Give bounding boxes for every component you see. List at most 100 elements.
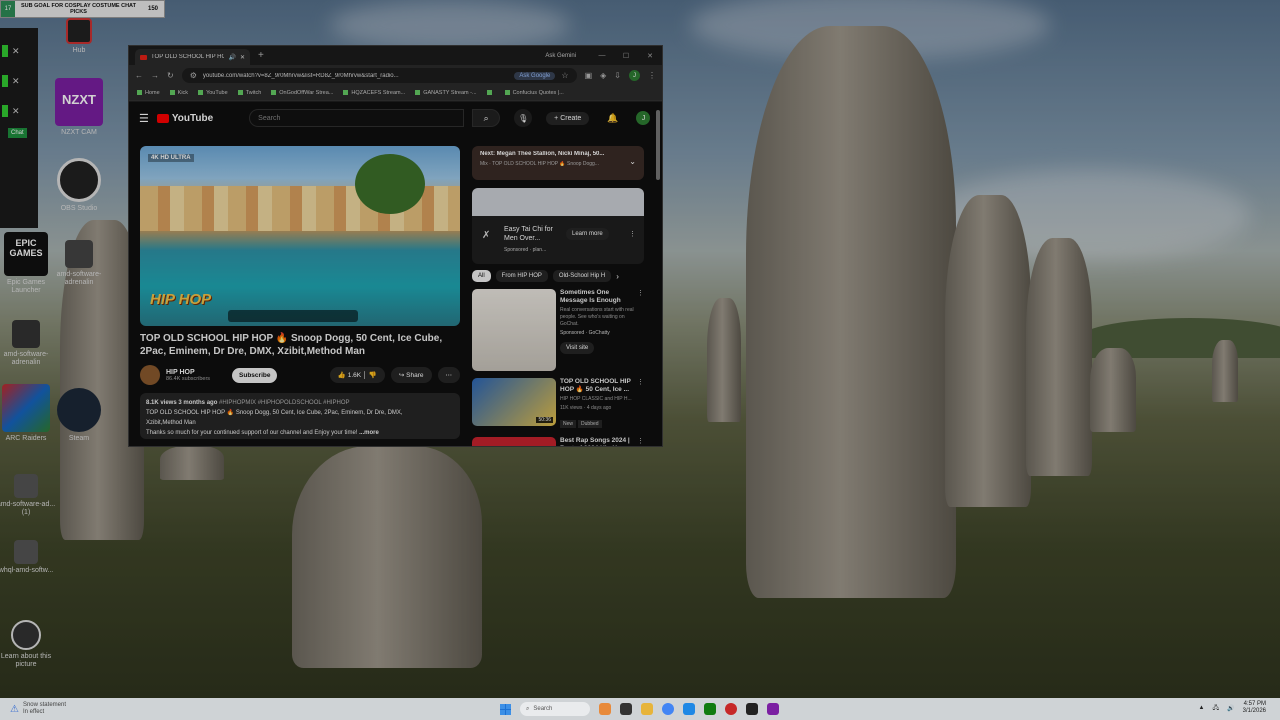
desktop-icon-whql[interactable]: whql-amd-softw...: [0, 540, 58, 575]
reload-icon[interactable]: ↻: [167, 71, 174, 80]
account-avatar[interactable]: J: [636, 111, 651, 125]
video-thumbnail[interactable]: 50:36: [472, 378, 556, 426]
sponsored-ad[interactable]: ✗ Easy Tai Chi for Men Over... Sponsored…: [472, 188, 644, 264]
bookmark-item[interactable]: OnGodOffWar Strea...: [271, 90, 333, 96]
desktop-icon-obs[interactable]: OBS Studio: [47, 158, 111, 213]
channel-avatar[interactable]: [140, 365, 160, 385]
list-item[interactable]: 50:36 TOP OLD SCHOOL HIP HOP 🔥 50 Cent, …: [472, 378, 644, 430]
site-info-icon[interactable]: ⚙: [190, 71, 197, 80]
url-field[interactable]: ⚙ youtube.com/watch?v=8Z_9r0Mhrvw&list=R…: [181, 68, 577, 83]
weather-widget[interactable]: ⚠ Snow statement In effect: [0, 702, 66, 716]
bookmark-star-icon[interactable]: ☆: [561, 71, 568, 80]
player-controls[interactable]: [228, 310, 358, 322]
desktop-icon-learn-picture[interactable]: Learn about this picture: [0, 620, 58, 669]
ask-gemini-button[interactable]: Ask Gemini: [545, 53, 576, 59]
volume-icon[interactable]: 🔊: [1227, 705, 1234, 712]
network-icon[interactable]: 🖧: [1212, 703, 1219, 713]
close-tab-icon[interactable]: ✕: [240, 54, 245, 61]
ask-google-button[interactable]: Ask Google: [514, 71, 556, 80]
extension-icon[interactable]: ◈: [600, 71, 606, 80]
more-options-icon[interactable]: ⋮: [637, 289, 644, 297]
desktop-icon-steam[interactable]: Steam: [47, 388, 111, 443]
forward-icon[interactable]: →: [151, 71, 159, 80]
taskbar-search[interactable]: ⌕ Search: [520, 702, 590, 716]
app-icon[interactable]: [767, 703, 779, 715]
xbox-icon[interactable]: [704, 703, 716, 715]
hashtags[interactable]: #HIPHOPMIX #HIPHOPOLDSCHOOL #HIPHOP: [219, 400, 349, 406]
learn-more-button[interactable]: Learn more: [566, 228, 609, 240]
close-window-button[interactable]: ✕: [638, 52, 662, 60]
desktop-icon-amd-installer[interactable]: amd-software-ad... (1): [0, 474, 58, 517]
widgets-icon[interactable]: [599, 703, 611, 715]
bookmark-item[interactable]: HQZACEFS Stream...: [343, 90, 405, 96]
file-explorer-icon[interactable]: [641, 703, 653, 715]
video-thumbnail[interactable]: [472, 289, 556, 371]
chat-button[interactable]: Chat: [8, 128, 27, 138]
minimize-button[interactable]: —: [590, 52, 614, 59]
bookmark-item[interactable]: Home: [137, 90, 160, 96]
panel-row[interactable]: ✕: [0, 74, 38, 88]
list-item[interactable]: Best Rap Songs 2024 | Best of 2024 Hip H…: [472, 437, 644, 446]
speaker-icon[interactable]: 🔊: [228, 54, 235, 61]
downloads-icon[interactable]: ⇩: [614, 71, 621, 80]
chrome-icon[interactable]: [662, 703, 674, 715]
bookmark-item[interactable]: YouTube: [198, 90, 228, 96]
video-thumbnail[interactable]: [472, 437, 556, 446]
more-actions-button[interactable]: ⋯: [437, 367, 460, 383]
bookmark-item[interactable]: [487, 90, 495, 96]
subscribe-button[interactable]: Subscribe: [232, 367, 278, 383]
chip-old-school[interactable]: Old-School Hip H: [552, 270, 612, 282]
store-icon[interactable]: [683, 703, 695, 715]
close-icon[interactable]: ✕: [12, 106, 20, 117]
app-icon[interactable]: [746, 703, 758, 715]
scrollbar[interactable]: [656, 110, 660, 180]
desktop-icon-nzxt[interactable]: NZXT NZXT CAM: [47, 78, 111, 137]
bookmark-item[interactable]: Twitch: [238, 90, 262, 96]
maximize-button[interactable]: ☐: [614, 52, 638, 60]
bookmark-item[interactable]: GANASTY Stream -...: [415, 90, 476, 96]
panel-row[interactable]: ✕: [0, 104, 38, 118]
chevron-down-icon[interactable]: ⌄: [629, 157, 636, 166]
more-link[interactable]: ...more: [359, 430, 379, 436]
like-button[interactable]: 👍 1.6K │ 👎: [329, 367, 385, 383]
notifications-icon[interactable]: 🔔: [607, 113, 618, 124]
youtube-logo[interactable]: YouTube: [156, 113, 213, 124]
new-tab-button[interactable]: +: [258, 50, 264, 61]
back-icon[interactable]: ←: [135, 71, 143, 80]
close-icon[interactable]: ✕: [12, 76, 20, 87]
profile-avatar[interactable]: J: [629, 70, 640, 81]
mic-icon[interactable]: 🎙: [514, 109, 533, 127]
visit-site-button[interactable]: Visit site: [560, 342, 595, 354]
create-button[interactable]: + Create: [546, 111, 590, 125]
close-icon[interactable]: ✕: [12, 46, 20, 57]
chip-from-channel[interactable]: From HIP HOP: [495, 270, 548, 282]
more-options-icon[interactable]: ⋮: [629, 230, 636, 238]
bookmark-item[interactable]: Confucius Quotes |...: [505, 90, 564, 96]
description-box[interactable]: 8.1K views 3 months ago #HIPHOPMIX #HIPH…: [140, 393, 460, 439]
bookmark-item[interactable]: Kick: [170, 90, 188, 96]
desktop-icon-amd[interactable]: amd-software-adrenalin: [47, 240, 111, 287]
start-icon[interactable]: [500, 703, 511, 715]
search-button[interactable]: ⌕: [472, 109, 501, 127]
list-item[interactable]: Sometimes One Message Is Enough Real con…: [472, 289, 644, 371]
video-player[interactable]: 4K HD ULTRA HIP HOP: [140, 146, 460, 326]
desktop-icon-hub[interactable]: Hub: [47, 18, 111, 55]
clock[interactable]: 4:57 PM 3/1/2026: [1243, 701, 1266, 715]
app-icon[interactable]: [725, 703, 737, 715]
channel-name[interactable]: HIP HOP: [166, 369, 210, 376]
more-options-icon[interactable]: ⋮: [637, 437, 644, 445]
tray-icon[interactable]: ▲: [1199, 705, 1205, 711]
chip-all[interactable]: All: [472, 270, 491, 282]
more-options-icon[interactable]: ⋮: [637, 378, 644, 386]
desktop-icon-amd-2[interactable]: amd-software-adrenalin: [0, 320, 58, 367]
share-button[interactable]: ↪ Share: [390, 367, 432, 383]
menu-icon[interactable]: ☰: [139, 112, 149, 125]
extension-icon[interactable]: ▣: [585, 71, 593, 80]
browser-tab[interactable]: TOP OLD SCHOOL HIP HO 🔊 ✕: [135, 49, 250, 65]
chevron-right-icon[interactable]: ›: [616, 272, 619, 281]
search-input[interactable]: Search: [249, 109, 465, 127]
panel-row[interactable]: ✕: [0, 44, 38, 58]
task-view-icon[interactable]: [620, 703, 632, 715]
next-in-mix[interactable]: Next: Megan Thee Stallion, Nicki Minaj, …: [472, 146, 644, 180]
menu-icon[interactable]: ⋮: [648, 71, 656, 80]
